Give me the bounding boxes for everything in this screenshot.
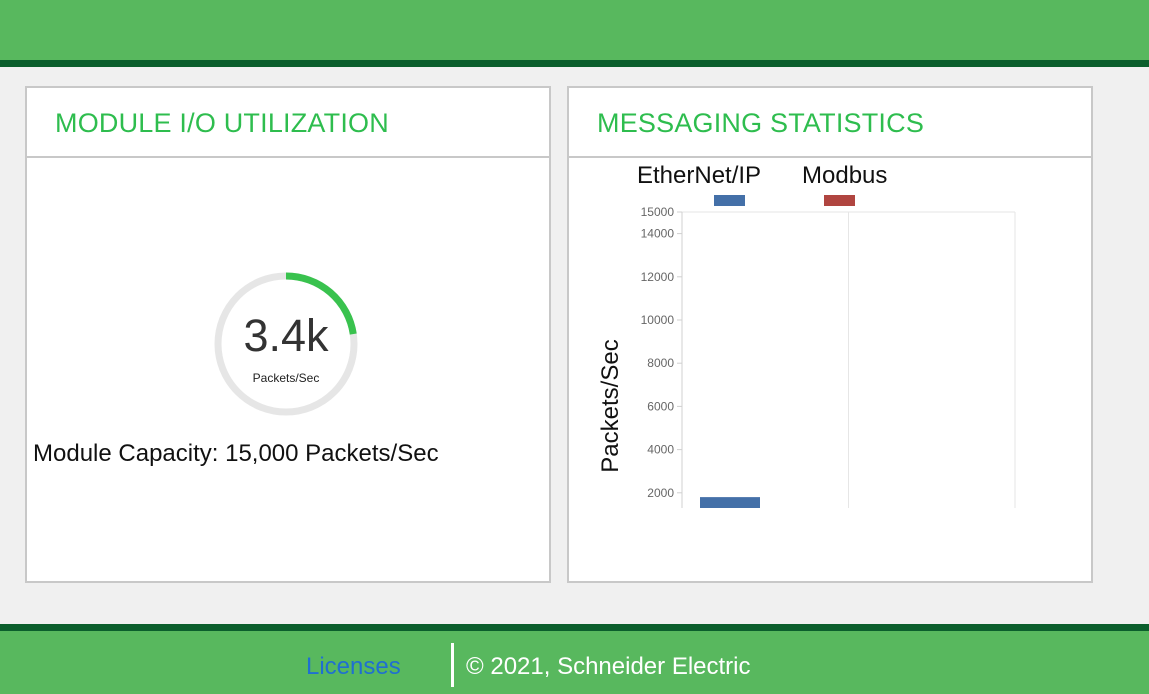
panel-header: MODULE I/O UTILIZATION <box>27 88 549 158</box>
y-tick-label: 2000 <box>647 486 674 500</box>
y-tick-label: 4000 <box>647 443 674 457</box>
footer-bar: Licenses © 2021, Schneider Electric <box>0 624 1149 694</box>
y-tick-label: 8000 <box>647 356 674 370</box>
copyright-text: © 2021, Schneider Electric <box>466 653 751 680</box>
messaging-bar-chart: 0200040006000800010000120001400015000Cli… <box>641 205 1016 508</box>
y-tick-label: 10000 <box>641 313 675 327</box>
y-tick-label: 15000 <box>641 205 675 219</box>
y-tick-label: 14000 <box>641 227 675 241</box>
messaging-statistics-panel: MESSAGING STATISTICS EtherNet/IP Modbus … <box>567 86 1093 583</box>
module-io-utilization-panel: MODULE I/O UTILIZATION 3.4k Packets/Sec … <box>25 86 551 583</box>
y-tick-label: 12000 <box>641 270 675 284</box>
top-header-bar <box>0 0 1149 67</box>
gauge-unit-label: Packets/Sec <box>252 371 320 385</box>
utilization-gauge: 3.4k Packets/Sec <box>210 268 362 420</box>
module-capacity-text: Module Capacity: 15,000 Packets/Sec <box>33 440 439 467</box>
footer-divider <box>451 643 454 687</box>
bar-ethernet-ip-client <box>700 497 760 508</box>
panel-title: MODULE I/O UTILIZATION <box>55 108 389 138</box>
gauge-value: 3.4k <box>243 310 329 361</box>
y-tick-label: 6000 <box>647 399 674 413</box>
licenses-link[interactable]: Licenses <box>306 653 401 681</box>
